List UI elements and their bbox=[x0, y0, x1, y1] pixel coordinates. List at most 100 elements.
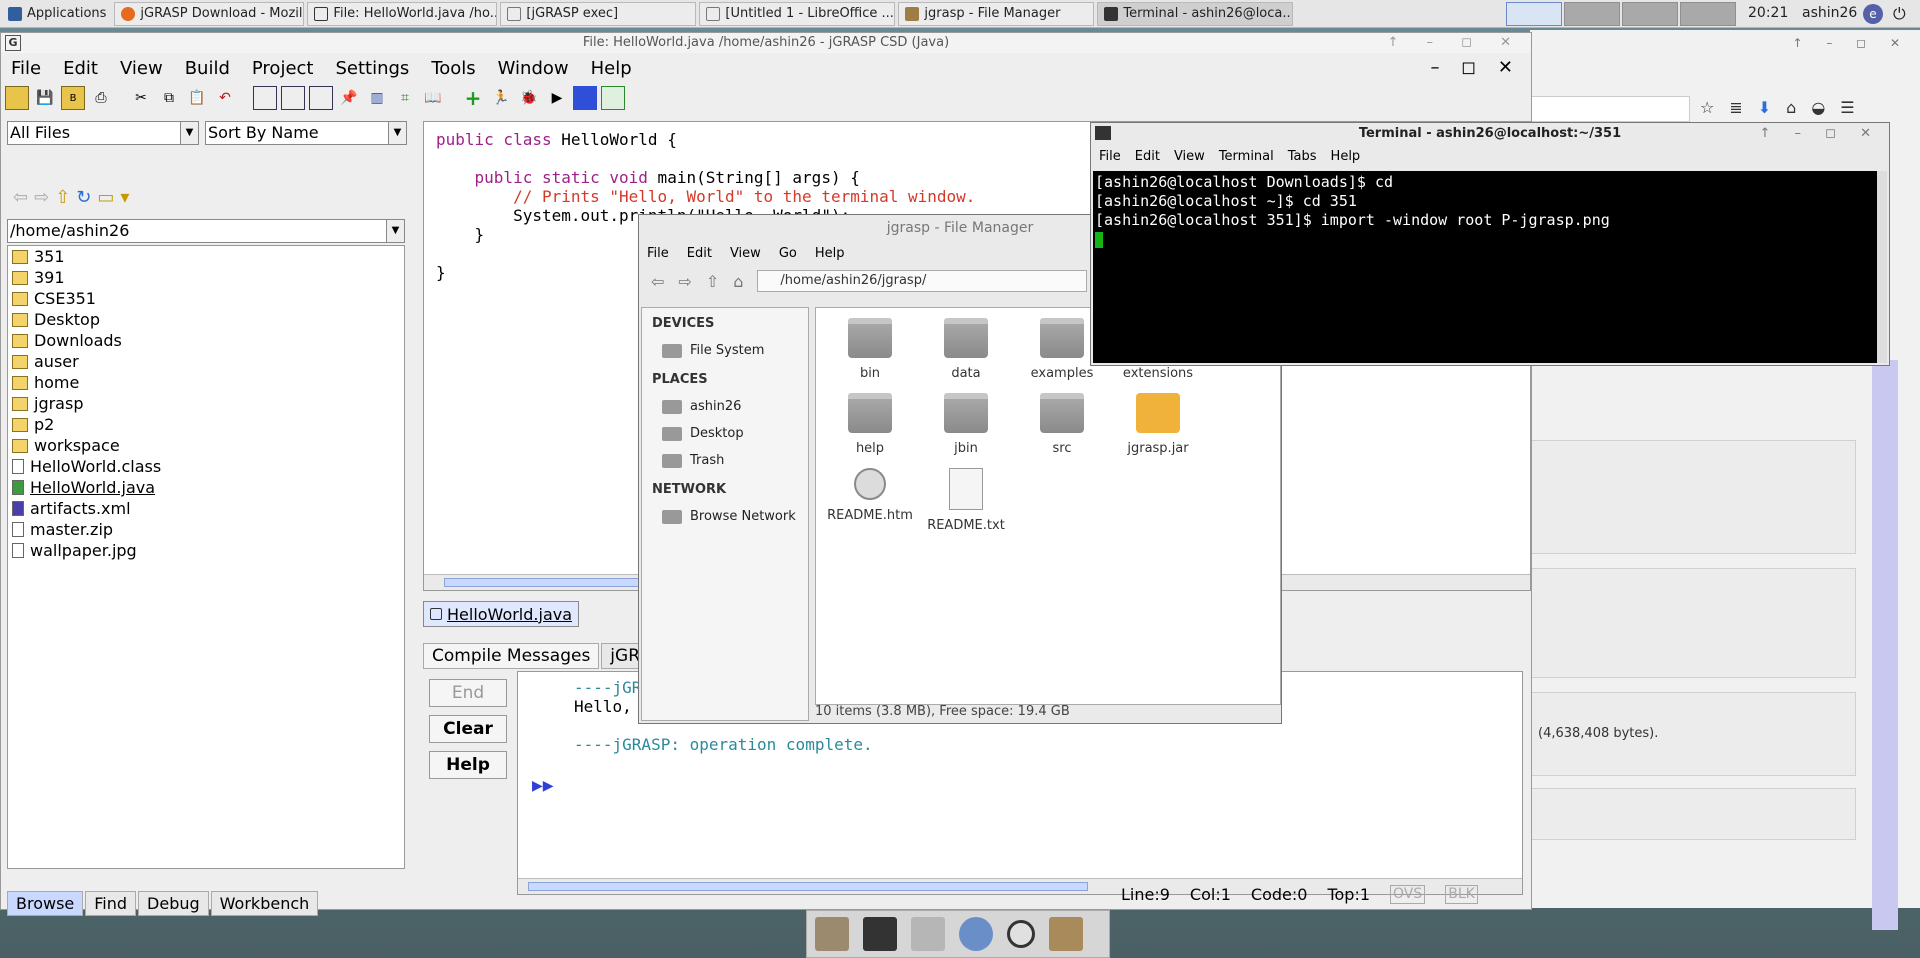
menu-edit[interactable]: Edit bbox=[63, 58, 98, 79]
tab-find[interactable]: Find bbox=[85, 891, 137, 916]
up-folder-icon[interactable]: ⇧ bbox=[55, 187, 70, 208]
remove-csd-icon[interactable] bbox=[281, 86, 305, 110]
clear-button[interactable]: Clear bbox=[429, 715, 507, 743]
paste-icon[interactable]: 📋 bbox=[185, 86, 209, 110]
list-item[interactable]: artifacts.xml bbox=[8, 498, 404, 519]
list-item[interactable]: auser bbox=[8, 351, 404, 372]
folder-menu-icon[interactable]: ▾ bbox=[120, 187, 129, 208]
menu-window[interactable]: Window bbox=[498, 58, 569, 79]
file-item[interactable]: README.htm bbox=[822, 468, 918, 533]
task-terminal[interactable]: Terminal - ashin26@loca... bbox=[1097, 1, 1294, 26]
tab-debug[interactable]: Debug bbox=[138, 891, 209, 916]
end-button[interactable]: End bbox=[429, 679, 507, 707]
list-item[interactable]: workspace bbox=[8, 435, 404, 456]
menu-file[interactable]: File bbox=[1099, 149, 1121, 164]
undo-icon[interactable]: ↶ bbox=[213, 86, 237, 110]
workspace-pager[interactable] bbox=[1506, 2, 1736, 26]
list-item[interactable]: master.zip bbox=[8, 519, 404, 540]
generate-csd-icon[interactable] bbox=[253, 86, 277, 110]
menu-help[interactable]: Help bbox=[591, 58, 632, 79]
list-item[interactable]: Desktop bbox=[8, 309, 404, 330]
sort-dropdown[interactable]: Sort By Name ▼ bbox=[205, 121, 407, 145]
list-item[interactable]: wallpaper.jpg bbox=[8, 540, 404, 561]
user-name[interactable]: ashin26 bbox=[1802, 5, 1857, 21]
file-item[interactable]: README.txt bbox=[918, 468, 1014, 533]
sidebar-item-trash[interactable]: Trash bbox=[642, 447, 808, 474]
mdi-window-buttons[interactable]: – ◻ ✕ bbox=[1431, 57, 1521, 78]
tab-browse[interactable]: Browse bbox=[7, 891, 84, 916]
path-dropdown[interactable]: /home/ashin26 ▼ bbox=[7, 219, 405, 243]
menu-help[interactable]: Help bbox=[815, 246, 845, 261]
power-icon[interactable]: ⏻ bbox=[1893, 4, 1906, 24]
menu-build[interactable]: Build bbox=[185, 58, 230, 79]
editor-file-tab[interactable]: HelloWorld.java bbox=[423, 601, 580, 627]
workspace-1[interactable] bbox=[1506, 2, 1562, 26]
list-item[interactable]: HelloWorld.class bbox=[8, 456, 404, 477]
task-jgrasp-exec[interactable]: [jGRASP exec] bbox=[500, 1, 697, 26]
run-icon[interactable]: 🏃 bbox=[489, 86, 513, 110]
file-item[interactable]: bin bbox=[822, 318, 918, 381]
list-item[interactable]: HelloWorld.java bbox=[8, 477, 404, 498]
print-icon[interactable]: ⎙ bbox=[89, 86, 113, 110]
search-icon[interactable] bbox=[1007, 920, 1035, 948]
firefox-url-bar[interactable] bbox=[1530, 96, 1690, 122]
menu-terminal[interactable]: Terminal bbox=[1219, 149, 1274, 164]
tab-workbench[interactable]: Workbench bbox=[210, 891, 319, 916]
home-icon[interactable]: ⌂ bbox=[733, 272, 743, 291]
terminal-output[interactable]: [ashin26@localhost Downloads]$ cd [ashin… bbox=[1093, 171, 1879, 363]
window-buttons[interactable]: ↑ – ◻ ✕ bbox=[1792, 36, 1910, 50]
back-icon[interactable]: ⇦ bbox=[13, 187, 28, 208]
list-item[interactable]: 351 bbox=[8, 246, 404, 267]
sidebar-item-browse-network[interactable]: Browse Network bbox=[642, 503, 808, 530]
cut-icon[interactable]: ✂ bbox=[129, 86, 153, 110]
list-item[interactable]: 391 bbox=[8, 267, 404, 288]
file-item[interactable]: help bbox=[822, 393, 918, 456]
jgrasp-titlebar[interactable]: G File: HelloWorld.java /home/ashin26 - … bbox=[1, 33, 1531, 53]
sidebar-item-desktop[interactable]: Desktop bbox=[642, 420, 808, 447]
pin-icon[interactable]: 📌 bbox=[337, 86, 361, 110]
task-firefox[interactable]: jGRASP Download - Mozil... bbox=[114, 1, 305, 26]
file-item[interactable]: jgrasp.jar bbox=[1110, 393, 1206, 456]
task-libreoffice[interactable]: [Untitled 1 - LibreOffice ... bbox=[699, 1, 896, 26]
file-manager-launcher-icon[interactable] bbox=[911, 917, 945, 951]
menu-settings[interactable]: Settings bbox=[335, 58, 409, 79]
terminal-scrollbar[interactable] bbox=[1877, 171, 1887, 363]
list-item[interactable]: p2 bbox=[8, 414, 404, 435]
user-icon[interactable]: e bbox=[1863, 4, 1883, 24]
page-scrollbar[interactable] bbox=[1872, 360, 1898, 930]
menu-help[interactable]: Help bbox=[1331, 149, 1361, 164]
task-file-manager[interactable]: jgrasp - File Manager bbox=[898, 1, 1095, 26]
help-button[interactable]: Help bbox=[429, 751, 507, 779]
sidebar-item-file-system[interactable]: File System bbox=[642, 337, 808, 364]
workspace-4[interactable] bbox=[1680, 2, 1736, 26]
terminal-titlebar[interactable]: Terminal - ashin26@localhost:~/351 ↑ – ◻… bbox=[1091, 123, 1889, 145]
uml-icon[interactable]: ▥ bbox=[365, 86, 389, 110]
refresh-icon[interactable]: ↻ bbox=[76, 187, 91, 208]
reader-icon[interactable]: ≣ bbox=[1729, 98, 1742, 117]
up-icon[interactable]: ⇧ bbox=[706, 272, 719, 291]
book-icon[interactable]: 📖 bbox=[421, 86, 445, 110]
interactions-icon[interactable] bbox=[601, 86, 625, 110]
menu-view[interactable]: View bbox=[730, 246, 761, 261]
applications-menu[interactable]: Applications bbox=[0, 0, 114, 28]
menu-project[interactable]: Project bbox=[252, 58, 314, 79]
menu-view[interactable]: View bbox=[1174, 149, 1205, 164]
file-item[interactable]: jbin bbox=[918, 393, 1014, 456]
applet-icon[interactable]: ▶ bbox=[545, 86, 569, 110]
task-jgrasp[interactable]: File: HelloWorld.java /ho... bbox=[307, 1, 498, 26]
forward-icon[interactable]: ⇨ bbox=[678, 272, 691, 291]
folder-launcher-icon[interactable] bbox=[1049, 917, 1083, 951]
show-desktop-icon[interactable] bbox=[815, 917, 849, 951]
download-icon[interactable]: ⬇ bbox=[1758, 98, 1771, 117]
tree-icon[interactable]: ⌗ bbox=[393, 86, 417, 110]
debug-icon[interactable]: 🐞 bbox=[517, 86, 541, 110]
menu-tools[interactable]: Tools bbox=[431, 58, 475, 79]
window-buttons[interactable]: ↑ – ◻ ✕ bbox=[1388, 33, 1523, 53]
tab-compile-messages[interactable]: Compile Messages bbox=[423, 643, 600, 669]
save-all-icon[interactable]: B bbox=[61, 86, 85, 110]
bookmark-star-icon[interactable]: ☆ bbox=[1700, 98, 1714, 117]
location-bar[interactable]: /home/ashin26/jgrasp/ bbox=[757, 270, 1088, 292]
compile-icon[interactable]: + bbox=[461, 86, 485, 110]
list-item[interactable]: home bbox=[8, 372, 404, 393]
file-item[interactable]: src bbox=[1014, 393, 1110, 456]
